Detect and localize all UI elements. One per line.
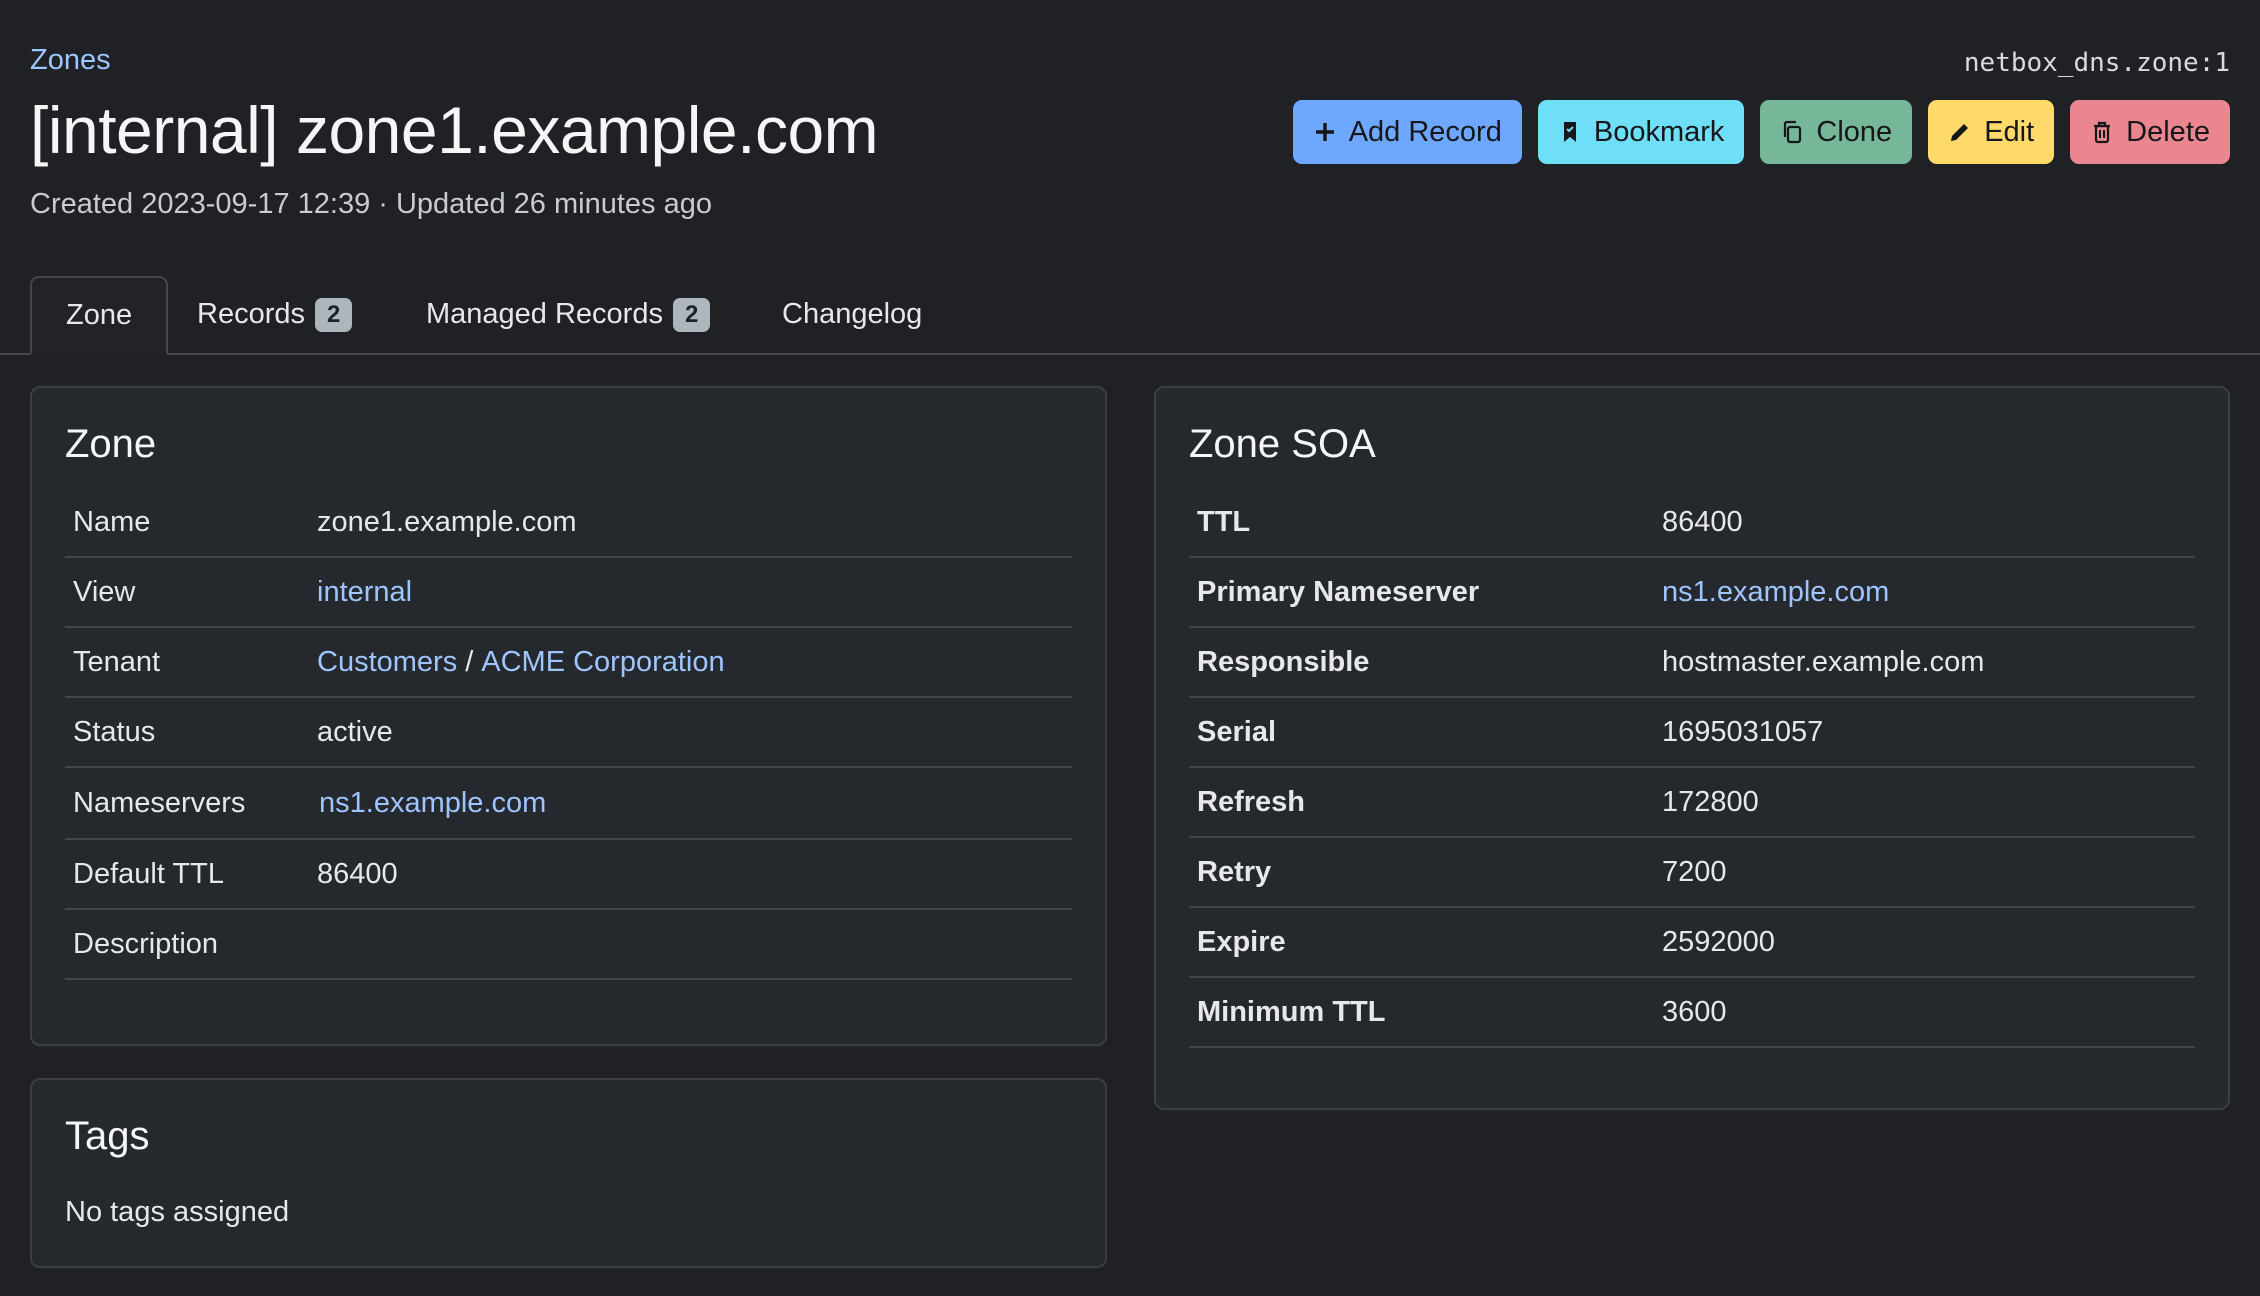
clone-label: Clone (1816, 115, 1893, 148)
nameservers-label: Nameservers (73, 786, 246, 819)
zone-row-status: Status active (65, 698, 1072, 768)
bookmark-button[interactable]: Bookmark (1537, 100, 1745, 164)
tab-records[interactable]: Records 2 (163, 276, 386, 353)
soa-ttl-label: TTL (1197, 505, 1251, 538)
retry-label: Retry (1197, 855, 1272, 888)
name-label: Name (73, 505, 151, 538)
object-identifier: netbox_dns.zone:1 (1963, 48, 2230, 78)
refresh-value: 172800 (1662, 785, 1759, 818)
nameserver-link[interactable]: ns1.example.com (319, 787, 546, 820)
breadcrumb-zones[interactable]: Zones (30, 44, 111, 77)
zone-attributes: Name zone1.example.com View internal Ten… (65, 488, 1072, 980)
soa-row-responsible: Responsible hostmaster.example.com (1189, 628, 2195, 698)
tags-card: Tags No tags assigned (30, 1078, 1107, 1268)
name-value: zone1.example.com (317, 505, 577, 538)
bookmark-label: Bookmark (1593, 115, 1725, 148)
tab-managed-records-label: Managed Records (426, 298, 663, 330)
soa-row-ttl: TTL 86400 (1189, 488, 2195, 558)
copy-icon (1784, 120, 1802, 144)
tab-zone[interactable]: Zone (30, 276, 169, 355)
responsible-label: Responsible (1197, 645, 1370, 678)
soa-row-primary-nameserver: Primary Nameserver ns1.example.com (1189, 558, 2195, 628)
edit-label: Edit (1984, 115, 2035, 148)
refresh-label: Refresh (1197, 785, 1305, 818)
page-title: [internal] zone1.example.com (30, 93, 879, 167)
bookmark-icon (1563, 122, 1576, 142)
default-ttl-value: 86400 (317, 857, 398, 890)
tenant-link[interactable]: ACME Corporation (481, 646, 724, 679)
tenant-separator: / (465, 645, 474, 678)
expire-value: 2592000 (1662, 925, 1775, 958)
add-record-label: Add Record (1348, 115, 1502, 148)
soa-row-expire: Expire 2592000 (1189, 908, 2195, 978)
records-count-badge: 2 (315, 297, 353, 332)
zone-soa-card: Zone SOA TTL 86400 Primary Nameserver ns… (1154, 386, 2230, 1110)
soa-row-serial: Serial 1695031057 (1189, 698, 2195, 768)
primary-nameserver-link[interactable]: ns1.example.com (1662, 576, 1889, 609)
tenant-label: Tenant (73, 645, 161, 678)
serial-value: 1695031057 (1662, 715, 1824, 748)
minimum-ttl-value: 3600 (1662, 995, 1727, 1028)
plus-icon (1315, 123, 1334, 141)
tab-zone-label: Zone (66, 299, 133, 331)
zone-row-view: View internal (65, 558, 1072, 628)
soa-row-refresh: Refresh 172800 (1189, 768, 2195, 838)
tab-managed-records[interactable]: Managed Records 2 (392, 276, 744, 353)
tab-changelog-label: Changelog (782, 298, 923, 330)
created-updated-meta: Created 2023-09-17 12:39 · Updated 26 mi… (30, 188, 712, 220)
zone-row-description: Description (65, 910, 1072, 980)
zone-card: Zone Name zone1.example.com View interna… (30, 386, 1107, 1046)
tab-bar: Zone Records 2 Managed Records 2 Changel… (0, 276, 2260, 355)
status-label: Status (73, 715, 156, 748)
soa-attributes: TTL 86400 Primary Nameserver ns1.example… (1189, 488, 2195, 1048)
tab-changelog[interactable]: Changelog (748, 276, 956, 353)
default-ttl-label: Default TTL (73, 857, 224, 890)
zone-row-nameservers: Nameservers ns1.example.com (65, 768, 1072, 840)
zone-row-name: Name zone1.example.com (65, 488, 1072, 558)
delete-label: Delete (2126, 115, 2210, 148)
tab-records-label: Records (197, 298, 305, 330)
edit-button[interactable]: Edit (1928, 100, 2055, 164)
zone-row-default-ttl: Default TTL 86400 (65, 840, 1072, 910)
soa-ttl-value: 86400 (1662, 505, 1743, 538)
no-tags-text: No tags assigned (65, 1196, 290, 1228)
status-value: active (317, 715, 393, 748)
zone-card-title: Zone (65, 422, 157, 466)
serial-label: Serial (1197, 715, 1276, 748)
zone-soa-card-title: Zone SOA (1189, 422, 1376, 466)
tenant-group-link[interactable]: Customers (317, 646, 457, 679)
soa-row-retry: Retry 7200 (1189, 838, 2195, 908)
add-record-button[interactable]: Add Record (1292, 100, 1522, 164)
view-link[interactable]: internal (317, 576, 412, 609)
delete-button[interactable]: Delete (2070, 100, 2230, 164)
minimum-ttl-label: Minimum TTL (1197, 995, 1386, 1028)
pencil-icon (1951, 124, 1969, 141)
retry-value: 7200 (1662, 855, 1727, 888)
managed-records-count-badge: 2 (672, 297, 711, 332)
view-label: View (73, 575, 136, 608)
trash-icon (2094, 121, 2111, 144)
clone-button[interactable]: Clone (1760, 100, 1913, 164)
responsible-value: hostmaster.example.com (1662, 645, 1985, 678)
description-label: Description (73, 927, 219, 960)
primary-nameserver-label: Primary Nameserver (1197, 575, 1480, 608)
action-buttons: Add Record Bookmark Clone Edit Delete (1292, 100, 2230, 164)
zone-row-tenant: Tenant Customers / ACME Corporation (65, 628, 1072, 698)
soa-row-minimum-ttl: Minimum TTL 3600 (1189, 978, 2195, 1048)
expire-label: Expire (1197, 925, 1286, 958)
tags-card-title: Tags (65, 1114, 150, 1158)
